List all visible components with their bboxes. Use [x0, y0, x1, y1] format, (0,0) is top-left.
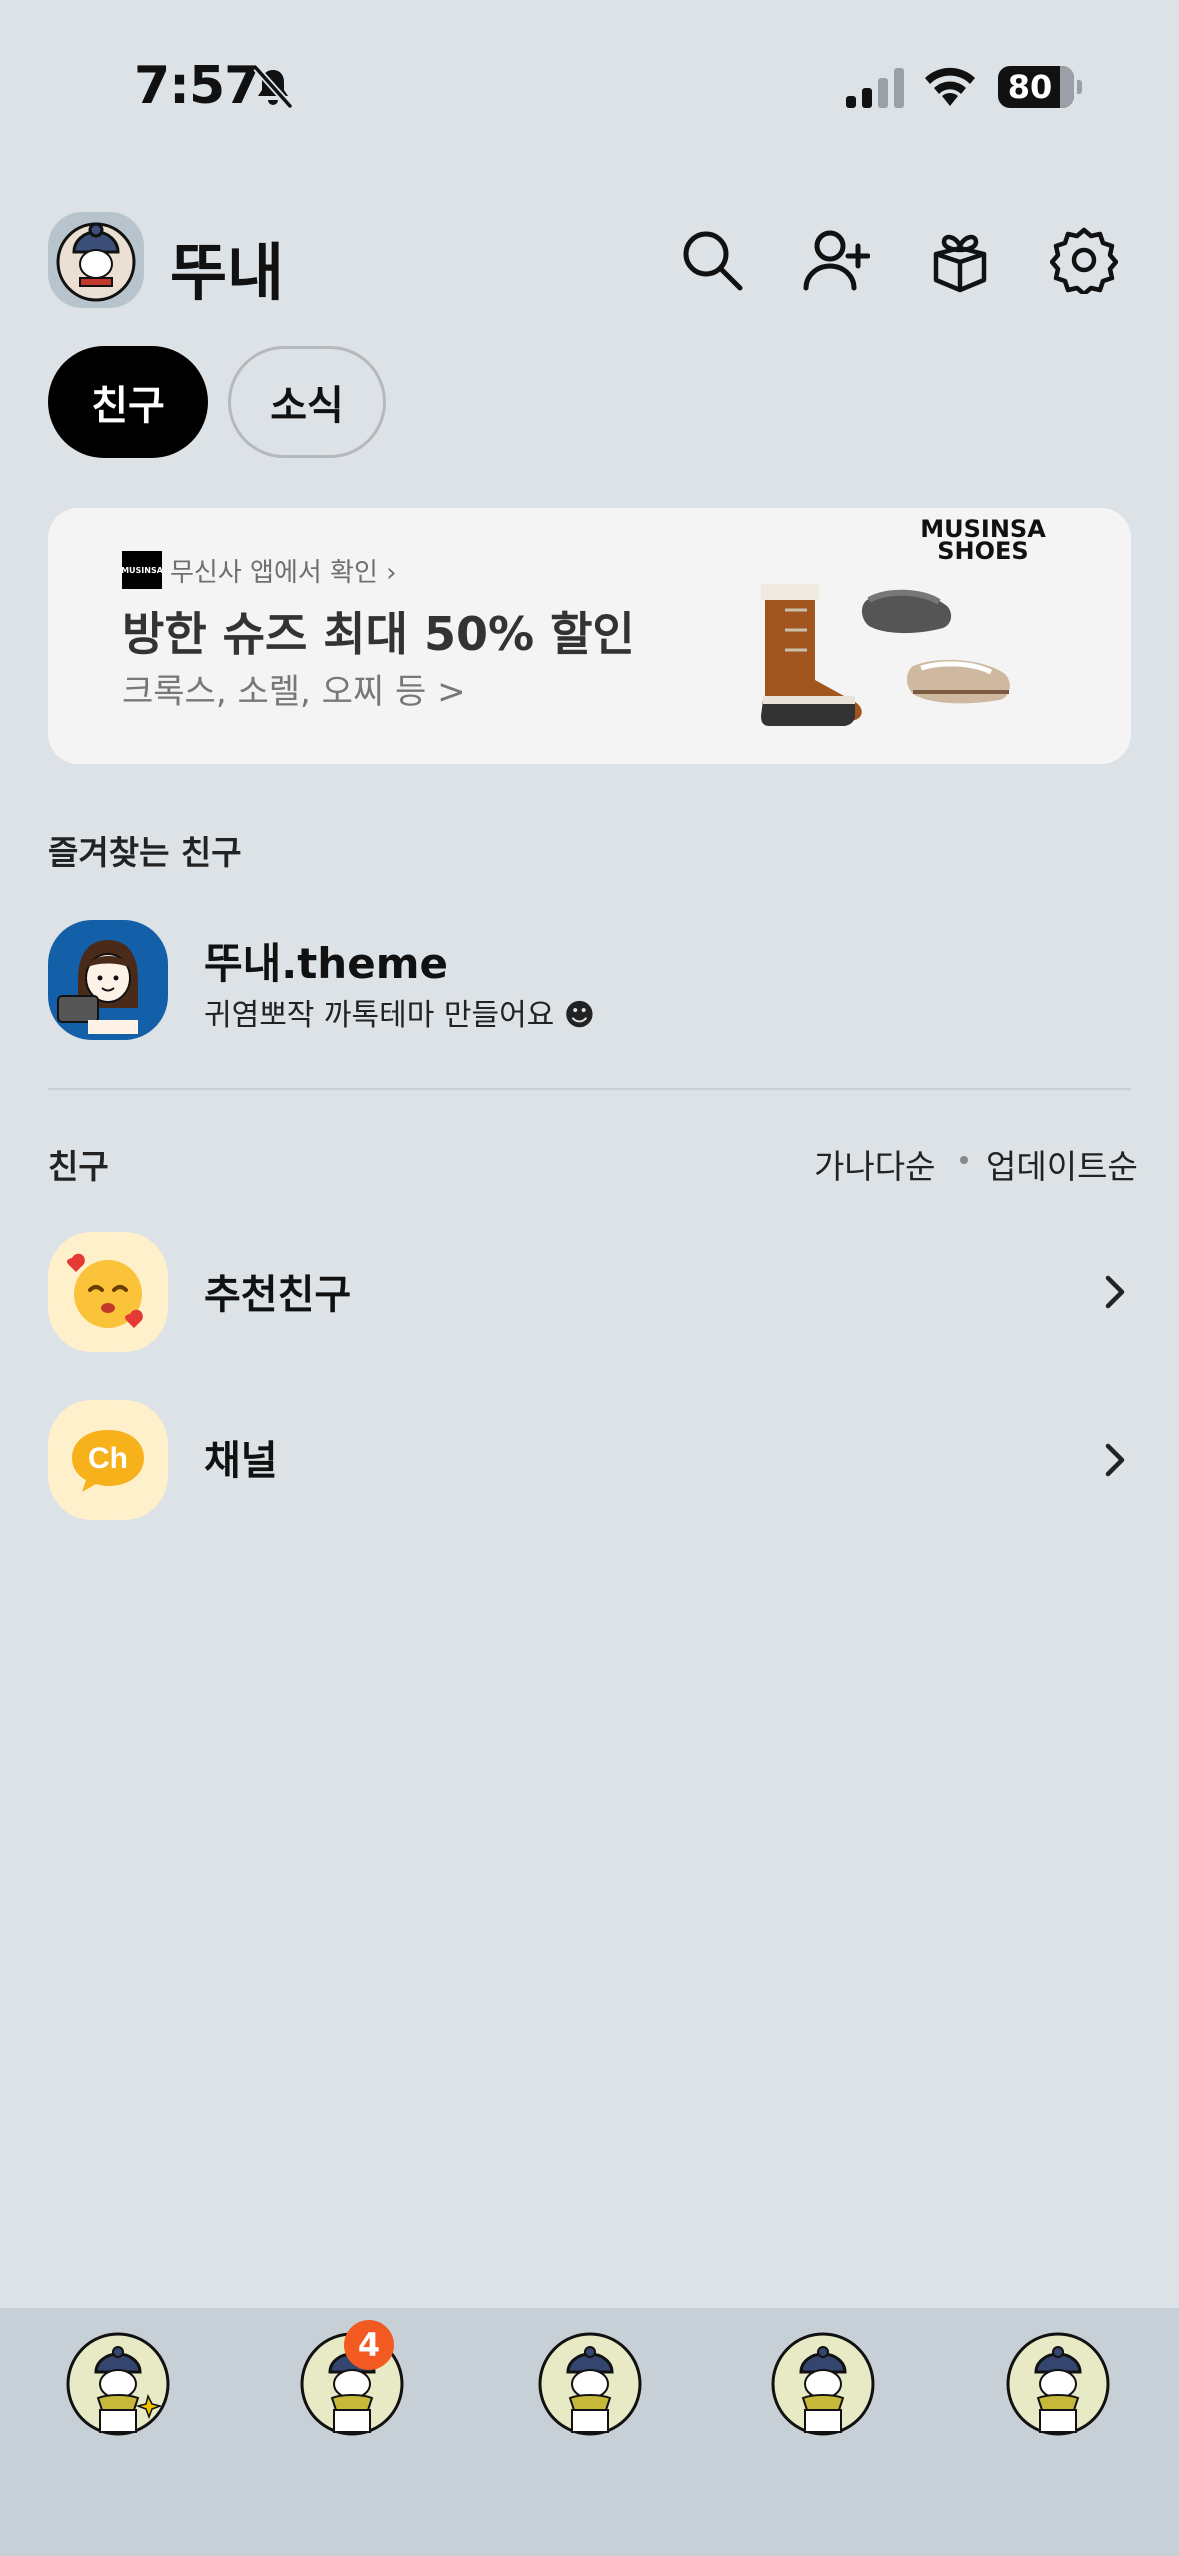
sort-alphabetical[interactable]: 가나다순 — [814, 1140, 935, 1188]
channel-icon: Ch — [48, 1400, 168, 1520]
tab-friends[interactable]: 친구 — [48, 346, 208, 458]
recommend-emoji-icon — [48, 1232, 168, 1352]
ad-brand-line2: SHOES — [937, 537, 1029, 565]
ad-subtitle[interactable]: 크록스, 소렐, 오찌 등 > — [122, 664, 466, 713]
search-icon[interactable] — [678, 226, 746, 294]
channel-icon-text: Ch — [88, 1442, 128, 1475]
favorites-label: 즐겨찾는 친구 — [48, 833, 242, 872]
chats-unread-badge: 4 — [344, 2320, 394, 2370]
ad-brand: MUSINSA SHOES — [920, 517, 1046, 565]
nav-openchat-tab-icon[interactable] — [534, 2326, 646, 2438]
favorite-friend-avatar[interactable] — [48, 920, 168, 1040]
favorite-friend-name[interactable]: 뚜내.theme — [204, 930, 448, 991]
battery-level: 80 — [1007, 68, 1053, 106]
sort-updated[interactable]: 업데이트순 — [986, 1140, 1138, 1188]
wifi-icon — [925, 67, 975, 106]
profile-avatar[interactable] — [48, 212, 144, 308]
ad-source-link[interactable]: 무신사 앱에서 확인 › — [170, 552, 397, 589]
bell-muted-icon — [253, 65, 293, 109]
signal-icon — [846, 68, 904, 108]
ad-title[interactable]: 방한 슈즈 최대 50% 할인 — [122, 598, 635, 664]
shoes-image — [761, 584, 1010, 726]
gift-icon[interactable] — [926, 226, 994, 294]
favorite-friend-status: 귀염뽀작 까톡테마 만들어요 ☻ — [204, 998, 596, 1033]
friends-label: 친구 — [48, 1147, 109, 1186]
musinsa-logo: MUSINSA — [121, 551, 163, 589]
tab-news[interactable]: 소식 — [228, 346, 386, 458]
chevron-right-icon[interactable] — [1100, 1272, 1130, 1312]
settings-icon[interactable] — [1050, 226, 1118, 294]
add-friend-icon[interactable] — [802, 226, 870, 294]
chevron-right-icon[interactable] — [1100, 1440, 1130, 1480]
sort-separator — [960, 1156, 968, 1164]
status-time: 7:57 — [134, 56, 260, 116]
nav-shopping-tab-icon[interactable] — [767, 2326, 879, 2438]
recommended-friends-label[interactable]: 추천친구 — [204, 1262, 351, 1320]
section-divider — [48, 1088, 1131, 1090]
profile-name[interactable]: 뚜내 — [170, 222, 284, 312]
channel-label[interactable]: 채널 — [204, 1428, 278, 1486]
nav-more-tab-icon[interactable] — [1002, 2326, 1114, 2438]
nav-friends-tab-icon[interactable] — [62, 2326, 174, 2438]
battery-icon: 80 — [998, 66, 1082, 108]
